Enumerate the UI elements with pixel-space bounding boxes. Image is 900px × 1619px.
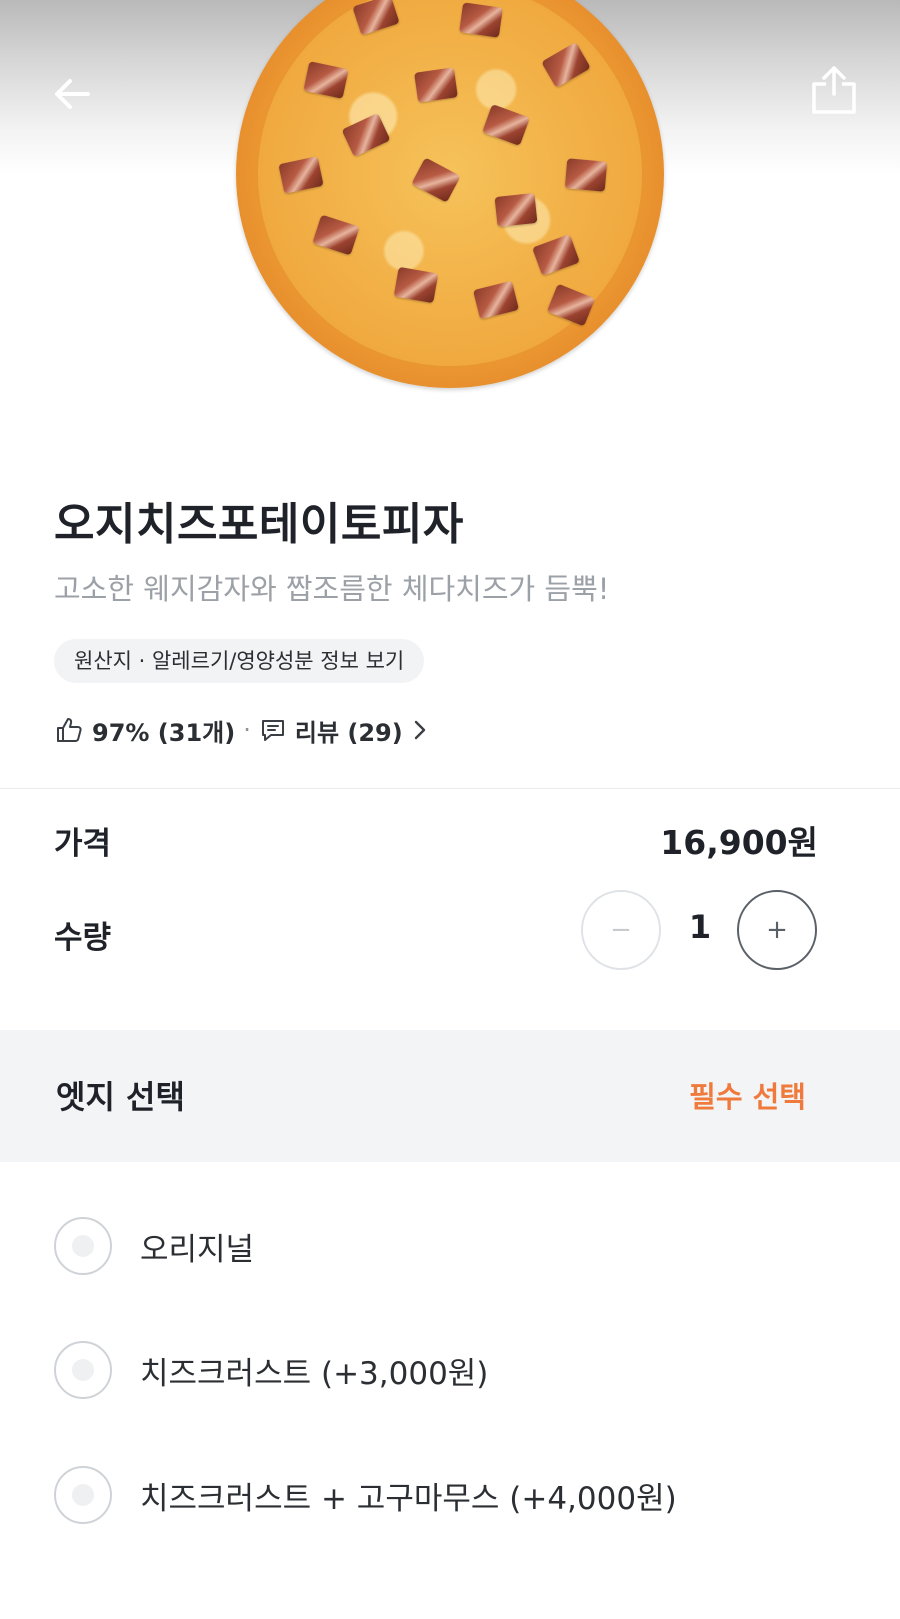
comment-icon [261,720,284,741]
reviews-link[interactable]: 리뷰 (29) [259,713,431,748]
minus-icon: − [610,915,632,945]
bacon-topping [532,234,580,276]
radio-button[interactable] [54,1217,112,1275]
option-group-title: 엣지 선택 [56,1078,185,1116]
bacon-topping [411,157,461,203]
bacon-topping [564,158,608,192]
bacon-topping [494,192,538,228]
required-badge: 필수 선택 [689,1080,806,1114]
bacon-topping [472,280,520,320]
product-title: 오지치즈포테이토피자 [54,499,464,550]
product-hero [0,0,900,440]
bacon-topping [393,266,439,304]
plus-icon: + [766,915,788,945]
radio-dot [72,1235,94,1257]
bacon-topping [352,0,400,36]
option-label: 치즈크러스트 (+3,000원) [140,1355,489,1392]
pizza-image [236,0,664,388]
price-value: 16,900원 [660,823,818,862]
bacon-topping [303,61,349,99]
bacon-topping [312,214,360,256]
bacon-topping [341,112,391,158]
quantity-increase-button[interactable]: + [737,890,817,970]
quantity-value: 1 [688,908,712,946]
option-label: 치즈크러스트 + 고구마무스 (+4,000원) [140,1480,677,1517]
rating-text: 97% (31개) [92,718,236,747]
quantity-label: 수량 [54,920,112,956]
separator: · [243,716,251,744]
radio-button[interactable] [54,1341,112,1399]
arrow-left-icon [55,79,90,109]
product-description: 고소한 웨지감자와 짭조름한 체다치즈가 듬뿍! [54,572,610,606]
price-label: 가격 [54,826,112,862]
bacon-topping [414,67,458,103]
back-button[interactable] [44,66,100,122]
bacon-topping [541,42,591,88]
rating-review-row: 97% (31개) · 리뷰 (29) [54,708,431,752]
option-item-cheese-crust-sweet-potato[interactable]: 치즈크러스트 + 고구마무스 (+4,000원) [54,1466,677,1524]
radio-dot [72,1484,94,1506]
bacon-topping [482,104,530,146]
option-item-original[interactable]: 오리지널 [54,1217,254,1275]
radio-dot [72,1359,94,1381]
radio-button[interactable] [54,1466,112,1524]
origin-allergy-info-link[interactable]: 원산지 · 알레르기/영양성분 정보 보기 [54,639,425,683]
bacon-topping [459,2,503,38]
section-divider [0,788,900,789]
chevron-right-icon [414,720,425,740]
share-upload-icon [812,66,856,114]
bacon-topping [278,156,324,194]
option-item-cheese-crust[interactable]: 치즈크러스트 (+3,000원) [54,1341,488,1399]
thumbs-up-icon [57,718,82,742]
review-text: 리뷰 (29) [294,718,403,747]
option-label: 오리지널 [140,1231,255,1268]
share-button[interactable] [806,62,862,118]
bacon-topping [546,283,596,327]
quantity-decrease-button[interactable]: − [581,890,661,970]
